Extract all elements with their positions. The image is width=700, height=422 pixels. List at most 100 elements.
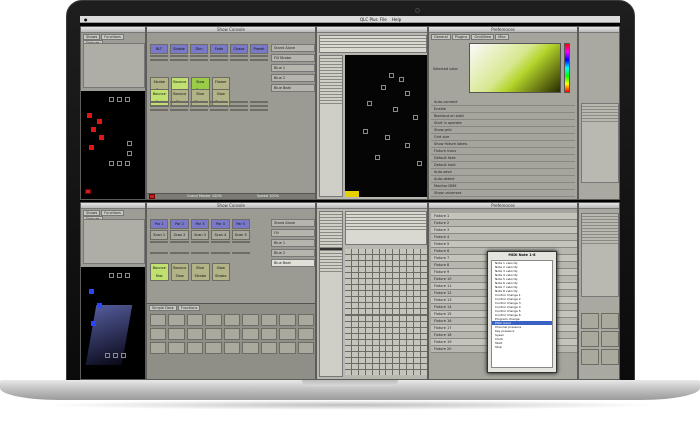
cue-button[interactable]: Scan 5: [231, 230, 250, 240]
dmx-cell: [372, 303, 379, 309]
cue-button[interactable]: Par 2: [170, 219, 189, 229]
fixture-cell: [127, 141, 132, 146]
pref-row[interactable]: Default fade: [431, 155, 575, 162]
dmx-cell: [372, 357, 379, 363]
pref-row[interactable]: Default hold: [431, 162, 575, 169]
stop-button[interactable]: [85, 189, 91, 194]
side-item[interactable]: Blue 1: [271, 64, 315, 72]
dmx-cell: [421, 273, 427, 279]
dmx-cell: [400, 327, 407, 333]
pref-row[interactable]: Auto-connect: [431, 99, 575, 106]
cue-button[interactable]: Blue Strobe: [191, 263, 210, 281]
pref-row[interactable]: Fixture icons: [431, 148, 575, 155]
side-item[interactable]: Blue 2: [271, 74, 315, 82]
tree-view[interactable]: [319, 211, 343, 377]
side-item[interactable]: Blue Beat: [271, 84, 315, 92]
pref-tab[interactable]: Plugins: [451, 34, 471, 40]
midi-dialog: MIDI Note 1-8 Note 1 velocity Note 2 velo…: [487, 251, 557, 373]
side-item[interactable]: Fill: [271, 229, 315, 237]
fixture-list-row[interactable]: Fixture 5: [431, 241, 577, 248]
cue-button[interactable]: Par 1: [150, 219, 169, 229]
side-item[interactable]: Stand Alone: [271, 219, 315, 227]
cue-button[interactable]: Scan 1: [150, 230, 169, 240]
pref-row[interactable]: Auto-save: [431, 169, 575, 176]
pref-row[interactable]: Show fixture labels: [431, 141, 575, 148]
cue-button[interactable]: Preset: [250, 44, 268, 54]
dmx-cell: [393, 291, 400, 297]
cue-button[interactable]: Scan 4: [211, 230, 230, 240]
dmx-cell: [372, 261, 379, 267]
dmx-cell: [414, 351, 421, 357]
right-list[interactable]: [581, 213, 619, 297]
cue-button[interactable]: Chase: [230, 44, 248, 54]
cue-button[interactable]: Par 4: [211, 219, 230, 229]
side-item[interactable]: Blue 1: [271, 239, 315, 247]
dmx-cell: [421, 363, 427, 369]
side-item[interactable]: Blue 2: [271, 249, 315, 257]
dmx-cell: [365, 303, 372, 309]
cue-button[interactable]: Dim: [190, 44, 208, 54]
dialog-list[interactable]: Note 1 velocity Note 2 velocity Note 3 vel…: [491, 260, 553, 368]
dialog-row[interactable]: Stop: [492, 345, 552, 349]
dmx-cell: [365, 315, 372, 321]
selection-indicator: [345, 191, 359, 197]
cue-button[interactable]: Par 3: [190, 219, 210, 229]
pref-row[interactable]: Blackout on start: [431, 113, 575, 120]
cue-button[interactable]: Scan 2: [170, 230, 189, 240]
dmx-cell: [386, 339, 393, 345]
dmx-cell: [407, 297, 414, 303]
pref-row[interactable]: Auto-detect: [431, 176, 575, 183]
cue-button[interactable]: Slow Strobe: [211, 263, 230, 281]
fixture-list-row[interactable]: Fixture 3: [431, 227, 577, 234]
tab-functions[interactable]: Functions: [101, 34, 124, 40]
pref-row[interactable]: Show universes: [431, 190, 575, 197]
tab-simple-desk[interactable]: Simple Desk: [149, 305, 177, 311]
cue-button[interactable]: Strobe: [170, 44, 188, 54]
dmx-cell: [407, 279, 414, 285]
menu-app[interactable]: QLC Plus: [360, 16, 378, 23]
fixture-list-row[interactable]: Fixture 1: [431, 213, 577, 220]
dmx-cell: [365, 255, 372, 261]
side-item[interactable]: Stand Alone: [271, 44, 315, 52]
cue-button[interactable]: Fade: [210, 44, 228, 54]
cue-button[interactable]: Bounce Fast: [150, 263, 169, 281]
function-tree[interactable]: [83, 43, 145, 88]
menu-file[interactable]: File: [380, 16, 387, 23]
hue-slider[interactable]: [564, 43, 570, 93]
dmx-cell: [421, 357, 427, 363]
tree-view[interactable]: [319, 55, 343, 197]
dmx-cell: [421, 351, 427, 357]
pref-row[interactable]: Start in operate: [431, 120, 575, 127]
cue-button[interactable]: Bounce Slow: [170, 263, 189, 281]
dmx-cell: [393, 363, 400, 369]
pref-tab[interactable]: General: [431, 34, 451, 40]
dmx-cell: [358, 339, 365, 345]
stop-all-button[interactable]: [149, 194, 155, 199]
cue-button[interactable]: BLT: [150, 44, 168, 54]
apple-icon[interactable]: ●: [84, 16, 88, 23]
tab-functions[interactable]: Functions: [101, 210, 124, 216]
dmx-cell: [372, 267, 379, 273]
side-item[interactable]: Fill Strobe: [271, 54, 315, 62]
color-picker[interactable]: [469, 43, 561, 93]
pref-row[interactable]: Grid size: [431, 134, 575, 141]
dmx-cell: [393, 261, 400, 267]
pref-row[interactable]: Monitor DMX: [431, 183, 575, 190]
fixture-list-row[interactable]: Fixture 4: [431, 234, 577, 241]
fixture-list-row[interactable]: Fixture 2: [431, 220, 577, 227]
pref-tab[interactable]: Misc: [495, 34, 509, 40]
cue-button[interactable]: Par 5: [231, 219, 250, 229]
right-list[interactable]: [581, 103, 619, 183]
menu-help[interactable]: Help: [392, 16, 401, 23]
simple-desk: Simple Desk Functions: [147, 303, 315, 379]
pref-row[interactable]: Show grid: [431, 127, 575, 134]
function-tree[interactable]: [83, 219, 145, 264]
dmx-cell: [407, 315, 414, 321]
pref-row[interactable]: Enable: [431, 106, 575, 113]
dmx-cell: [400, 273, 407, 279]
cue-button[interactable]: Scan 3: [190, 230, 210, 240]
tab-desk-functions[interactable]: Functions: [177, 305, 201, 311]
side-item[interactable]: Blue Beat: [271, 259, 315, 267]
pref-tab[interactable]: Grid/View: [471, 34, 495, 40]
dmx-cell: [358, 333, 365, 339]
